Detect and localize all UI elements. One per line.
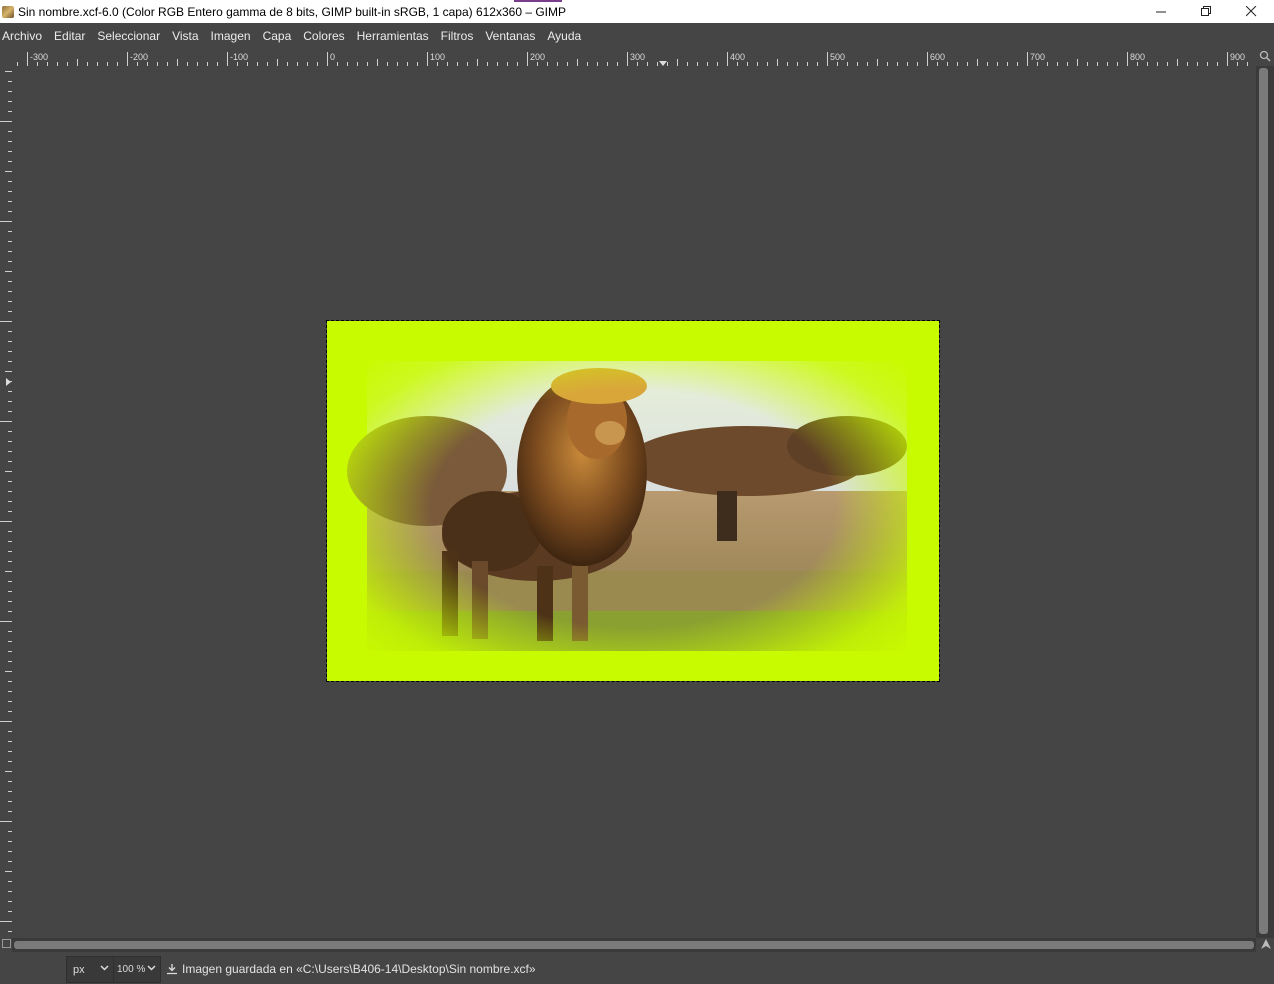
close-icon xyxy=(1246,6,1257,17)
ruler-h-label: 800 xyxy=(1130,52,1145,62)
ruler-h-label: 500 xyxy=(830,52,845,62)
menu-imagen[interactable]: Imagen xyxy=(205,23,257,50)
horizontal-ruler[interactable]: -300 -200 -100 0 100 200 300 400 500 600 700 800 900 xyxy=(0,50,1274,66)
image-layer[interactable] xyxy=(326,320,940,682)
menu-editar[interactable]: Editar xyxy=(48,23,91,50)
ruler-h-label: 600 xyxy=(930,52,945,62)
magnifier-icon xyxy=(1259,50,1271,62)
ruler-h-label: -100 xyxy=(230,52,248,62)
menu-ayuda[interactable]: Ayuda xyxy=(541,23,587,50)
zoom-value[interactable]: 100 % xyxy=(114,964,145,975)
minimize-button[interactable] xyxy=(1139,0,1184,23)
ruler-h-label: -200 xyxy=(130,52,148,62)
vertical-scrollbar-thumb[interactable] xyxy=(1259,68,1268,934)
unit-selector[interactable]: px xyxy=(66,956,114,983)
menu-colores[interactable]: Colores xyxy=(297,23,350,50)
image-canvas[interactable] xyxy=(12,66,1256,938)
status-message: Imagen guardada en «C:\Users\B406-14\Des… xyxy=(166,956,536,981)
ruler-pointer-marker xyxy=(6,378,11,386)
gimp-icon xyxy=(2,5,14,18)
window-title: Sin nombre.xcf-6.0 (Color RGB Entero gam… xyxy=(18,4,567,19)
unit-value: px xyxy=(73,963,85,976)
ruler-h-label: 0 xyxy=(330,52,335,62)
ruler-h-label: 300 xyxy=(630,52,645,62)
ruler-h-label: 700 xyxy=(1030,52,1045,62)
chevron-down-icon xyxy=(100,965,109,971)
ruler-h-label: 900 xyxy=(1230,52,1245,62)
zoom-selector[interactable]: 100 % xyxy=(113,956,161,983)
ruler-h-label: 100 xyxy=(430,52,445,62)
menu-filtros[interactable]: Filtros xyxy=(435,23,480,50)
ruler-h-label: 200 xyxy=(530,52,545,62)
chevron-down-icon xyxy=(147,965,156,971)
restore-icon xyxy=(1201,6,1211,16)
menu-vista[interactable]: Vista xyxy=(166,23,204,50)
ruler-h-label: 400 xyxy=(730,52,745,62)
lion-image xyxy=(327,321,939,681)
quick-mask-icon xyxy=(1,939,11,948)
zoom-toggle-button[interactable] xyxy=(1257,50,1273,66)
menu-ventanas[interactable]: Ventanas xyxy=(479,23,541,50)
status-message-text: Imagen guardada en «C:\Users\B406-14\Des… xyxy=(182,961,536,976)
title-bar: Sin nombre.xcf-6.0 (Color RGB Entero gam… xyxy=(0,0,1274,23)
vertical-scrollbar[interactable] xyxy=(1256,66,1274,938)
menu-bar: Archivo Editar Seleccionar Vista Imagen … xyxy=(0,23,1274,50)
vertical-ruler[interactable] xyxy=(0,66,12,938)
menu-archivo[interactable]: Archivo xyxy=(0,23,48,50)
horizontal-scrollbar-thumb[interactable] xyxy=(14,941,1254,949)
save-icon xyxy=(167,963,177,974)
title-accent-line xyxy=(514,0,562,2)
minimize-icon xyxy=(1156,11,1166,13)
maximize-button[interactable] xyxy=(1184,0,1229,23)
lion-photo xyxy=(327,321,939,681)
horizontal-scrollbar[interactable] xyxy=(12,938,1256,952)
menu-seleccionar[interactable]: Seleccionar xyxy=(91,23,166,50)
ruler-h-label: -300 xyxy=(30,52,48,62)
navigate-button[interactable] xyxy=(1258,938,1274,952)
horizontal-ruler-ticks: -300 -200 -100 0 100 200 300 400 500 600 700 800 900 xyxy=(17,52,1248,66)
window-controls xyxy=(1139,0,1274,23)
menu-capa[interactable]: Capa xyxy=(257,23,298,50)
close-button[interactable] xyxy=(1229,0,1274,23)
quick-mask-corner[interactable] xyxy=(0,938,12,952)
vertical-ruler-ticks xyxy=(0,71,12,932)
menu-herramientas[interactable]: Herramientas xyxy=(351,23,435,50)
navigate-icon xyxy=(1261,939,1271,949)
